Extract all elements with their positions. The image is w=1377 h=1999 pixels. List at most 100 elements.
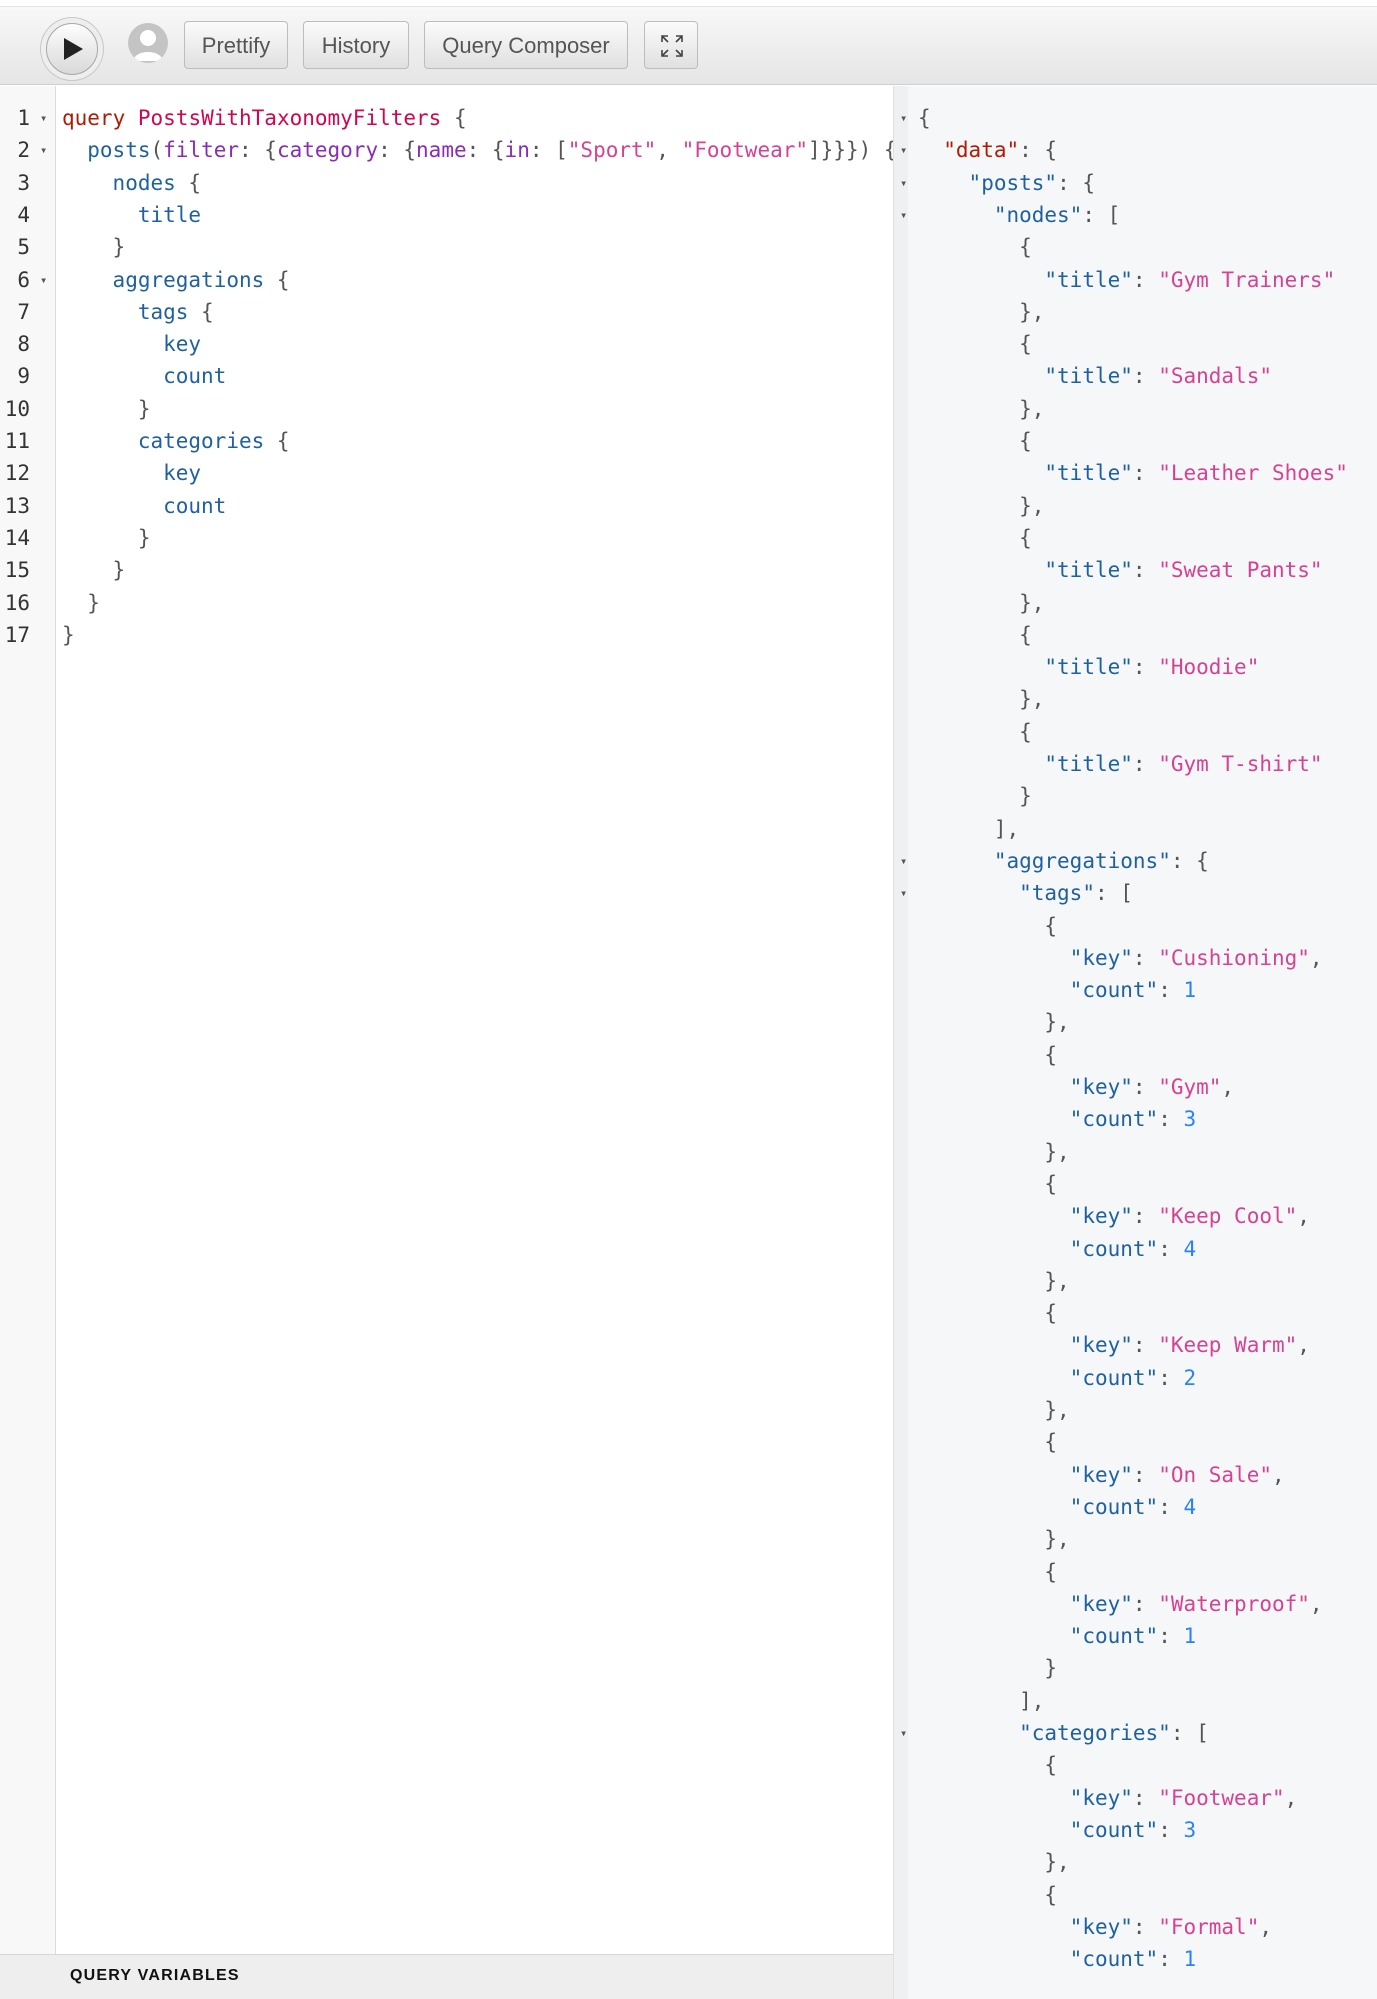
fold-arrow-icon[interactable]: ▾ [900, 102, 907, 134]
line-number: 13 [4, 493, 30, 518]
json-text: { [1044, 1879, 1057, 1911]
json-text: { [1044, 1039, 1057, 1071]
code-token: : [1132, 1333, 1159, 1358]
query-variables-bar[interactable]: QUERY VARIABLES [0, 1954, 893, 1999]
code-token: : [1132, 364, 1159, 389]
code-token: "Keep Warm" [1158, 1333, 1298, 1358]
code-token: "Leather Shoes" [1158, 461, 1348, 486]
json-text: }, [1044, 1136, 1069, 1168]
code-token: : { [466, 138, 505, 163]
code-token: { [1019, 622, 1032, 647]
code-token: "Waterproof" [1158, 1591, 1310, 1616]
json-text: }, [1044, 1394, 1069, 1426]
json-text: "title": "Hoodie" [1044, 651, 1259, 683]
code-token: posts [87, 138, 151, 163]
code-token: } [1019, 784, 1032, 809]
code-token: { [918, 106, 931, 130]
execute-query-button[interactable] [46, 23, 98, 75]
code-token: "count" [1069, 1494, 1159, 1519]
fullscreen-button[interactable] [644, 21, 698, 69]
line-number: 6 [17, 267, 30, 292]
json-text: "data": { [943, 134, 1057, 166]
code-token: : [1158, 1365, 1184, 1390]
json-text: { [1019, 522, 1032, 554]
code-text: posts(filter: {category: {name: {in: ["S… [87, 134, 893, 166]
code-token: } [112, 558, 126, 583]
line-number: 12 [4, 461, 30, 486]
code-token: ], [1019, 1688, 1045, 1713]
code-token: "Hoodie" [1158, 655, 1260, 680]
code-token: ], [993, 816, 1020, 841]
fold-arrow-icon[interactable]: ▾ [40, 134, 47, 166]
result-viewer[interactable]: ▾{▾ "data": {▾ "posts": {▾ "nodes": [{"titl… [893, 86, 1377, 1999]
code-token: : { [378, 138, 417, 163]
code-text: } [138, 522, 151, 554]
code-token: { [1044, 1882, 1058, 1907]
json-text: "count": 3 [1070, 1103, 1196, 1135]
code-text: aggregations { [113, 264, 290, 296]
code-text: title [138, 199, 201, 231]
code-token: "title" [1044, 267, 1133, 292]
code-token: { [1019, 525, 1032, 550]
query-editor[interactable]: 1 ▾ query PostsWithTaxonomyFilters {2 ▾ post… [0, 86, 893, 1954]
code-token: { [1044, 1559, 1058, 1584]
json-text: "count": 4 [1070, 1233, 1196, 1265]
code-token: "Footwear" [681, 138, 809, 163]
json-text: }, [1019, 490, 1044, 522]
code-token: { [1044, 913, 1058, 938]
fold-arrow-icon[interactable]: ▾ [900, 845, 907, 877]
code-token: "title" [1044, 558, 1133, 583]
json-text: "tags": [ [1019, 877, 1133, 909]
line-number: 16 [4, 590, 30, 615]
code-token: "aggregations" [993, 848, 1171, 873]
code-token: "Gym Trainers" [1158, 267, 1336, 292]
code-token: "key" [1069, 1204, 1133, 1229]
code-token: { [1044, 1171, 1058, 1196]
code-token: ( [150, 138, 164, 163]
code-token: "key" [1069, 1591, 1133, 1616]
code-token: "title" [1044, 655, 1133, 680]
code-text: count [163, 360, 226, 392]
json-text: "count": 1 [1070, 1943, 1196, 1975]
code-token: : { [1170, 848, 1209, 873]
json-text: "key": "Footwear", [1070, 1782, 1298, 1814]
code-token: : { [1057, 170, 1095, 195]
code-token: "key" [1069, 1914, 1133, 1939]
user-avatar[interactable] [128, 23, 168, 63]
history-button[interactable]: History [303, 21, 409, 69]
code-token: "title" [1044, 364, 1133, 389]
code-token: "key" [1069, 945, 1133, 970]
fold-arrow-icon[interactable]: ▾ [900, 1717, 907, 1749]
code-token: , [1309, 945, 1323, 970]
code-text: } [87, 587, 100, 619]
fold-arrow-icon[interactable]: ▾ [40, 264, 47, 296]
json-text: "count": 3 [1070, 1814, 1196, 1846]
code-token: }, [1044, 1398, 1070, 1422]
fold-arrow-icon[interactable]: ▾ [40, 102, 47, 134]
code-token: : [1158, 1624, 1184, 1649]
code-token: "categories" [1019, 1721, 1171, 1745]
json-text: "key": "On Sale", [1070, 1459, 1285, 1491]
json-text: }, [1019, 683, 1044, 715]
line-number: 1 [17, 106, 30, 130]
code-token: "title" [1044, 461, 1133, 486]
json-text: "nodes": [ [994, 199, 1120, 231]
code-token: "tags" [1019, 881, 1095, 906]
prettify-button[interactable]: Prettify [184, 21, 288, 69]
fold-arrow-icon[interactable]: ▾ [900, 134, 907, 166]
code-token: "Sport" [567, 138, 657, 163]
code-token: "nodes" [993, 202, 1083, 227]
fold-arrow-icon[interactable]: ▾ [900, 199, 907, 231]
code-token: { [1019, 429, 1032, 453]
fold-arrow-icon[interactable]: ▾ [900, 877, 907, 909]
json-text: { [1019, 716, 1032, 748]
code-token: { [188, 299, 214, 324]
json-text: ], [1019, 1685, 1044, 1717]
code-token: : [1132, 752, 1159, 776]
json-text: } [1019, 780, 1032, 812]
graphiql-window: Prettify History Query Composer 1 ▾ query … [0, 0, 1377, 1999]
fold-arrow-icon[interactable]: ▾ [900, 167, 907, 199]
code-token: "count" [1069, 978, 1159, 1003]
query-composer-button[interactable]: Query Composer [424, 21, 628, 69]
code-token: , [1284, 1785, 1298, 1810]
